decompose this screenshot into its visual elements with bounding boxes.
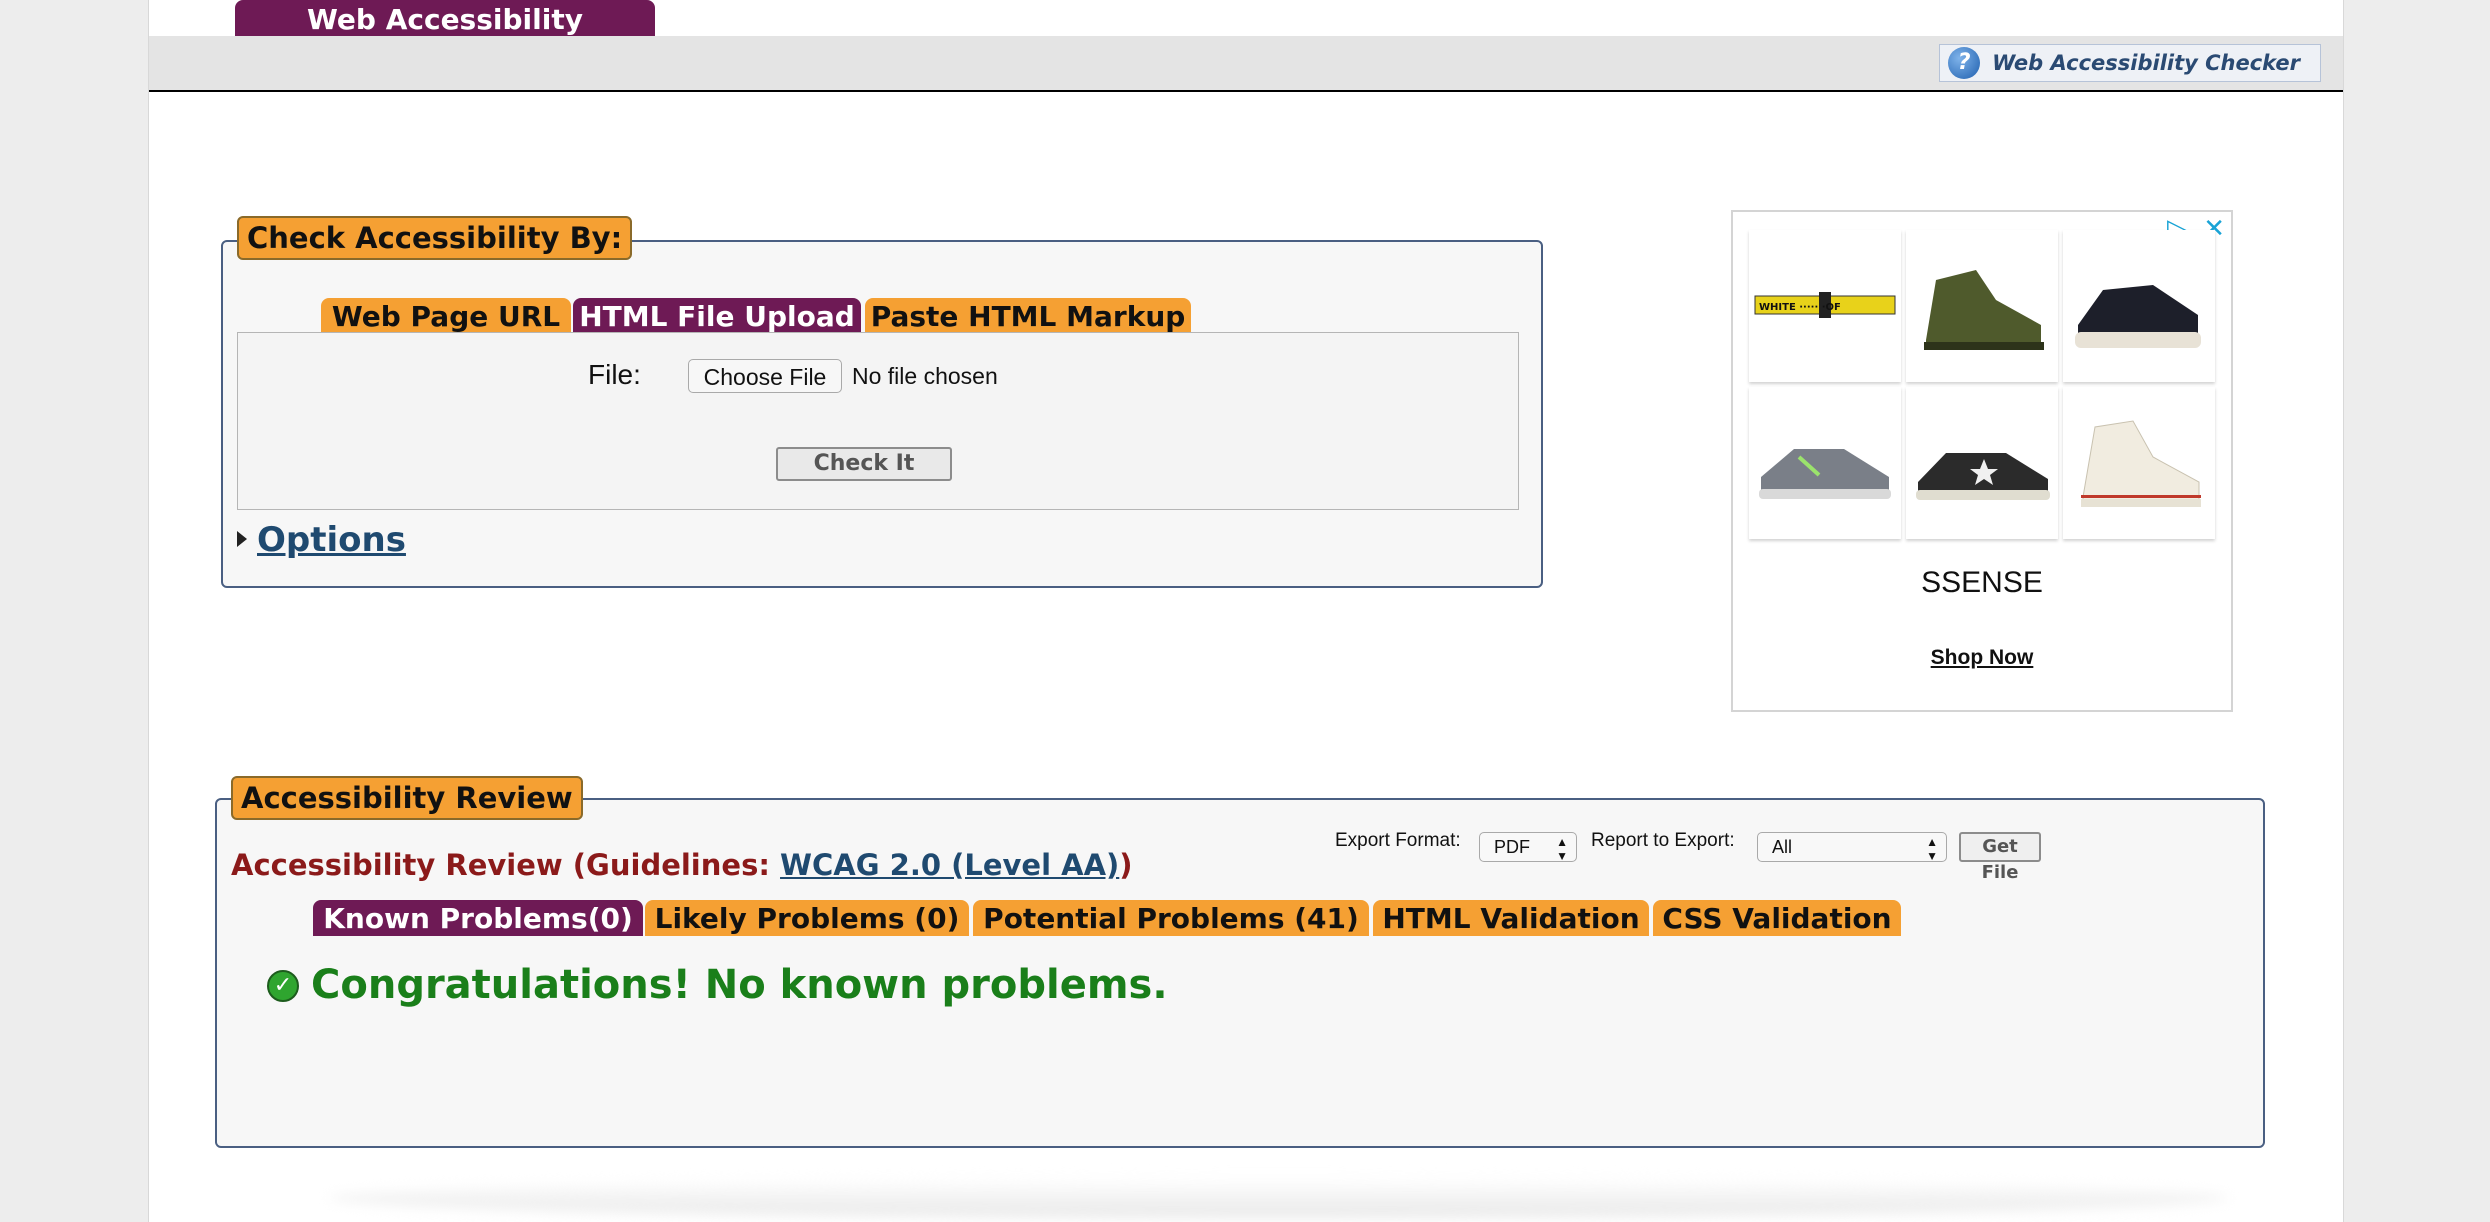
- expand-triangle-icon: [237, 530, 247, 547]
- advertisement[interactable]: ▷ ✕ WHITE ····· ·OF SSENSE Shop Now: [1731, 210, 2233, 712]
- check-it-button[interactable]: Check It: [776, 447, 952, 481]
- tab-web-page-url[interactable]: Web Page URL: [321, 298, 571, 334]
- page: Web Accessibility Checker ? Web Accessib…: [148, 0, 2344, 1222]
- report-export-label: Report to Export:: [1591, 830, 1735, 851]
- select-arrows-icon: ▲ ▼: [1926, 835, 1938, 863]
- cream-high-top-icon: [2081, 420, 2201, 507]
- check-panel-legend: Check Accessibility By:: [237, 216, 633, 260]
- product-cream-sneaker-image[interactable]: [2063, 387, 2215, 539]
- product-black-sneaker-image[interactable]: [2063, 230, 2215, 382]
- product-grey-sneaker-image[interactable]: [1749, 387, 1901, 539]
- tab-html-file-upload[interactable]: HTML File Upload: [573, 298, 861, 334]
- review-panel: Accessibility Review Accessibility Revie…: [215, 776, 2265, 1148]
- top-bar: ? Web Accessibility Checker: [149, 36, 2343, 92]
- ad-product-grid: WHITE ····· ·OF: [1749, 230, 2215, 540]
- product-belt-image[interactable]: WHITE ····· ·OF: [1749, 230, 1901, 382]
- review-heading-prefix: Accessibility Review (Guidelines:: [231, 848, 781, 882]
- select-arrows-icon: ▲ ▼: [1556, 835, 1568, 863]
- help-link[interactable]: ? Web Accessibility Checker: [1939, 44, 2321, 82]
- check-panel: Check Accessibility By: Web Page URL HTM…: [221, 216, 1543, 588]
- tab-html-validation[interactable]: HTML Validation: [1373, 900, 1649, 936]
- tab-paste-html-markup[interactable]: Paste HTML Markup: [865, 298, 1191, 334]
- report-export-value: All: [1772, 837, 1793, 857]
- review-heading: Accessibility Review (Guidelines: WCAG 2…: [231, 848, 1133, 882]
- wcag-guideline-link[interactable]: WCAG 2.0 (Level AA): [780, 848, 1119, 882]
- shop-now-link[interactable]: Shop Now: [1733, 646, 2231, 670]
- file-label: File:: [588, 359, 641, 390]
- belt-text: WHITE ····· ·OF: [1759, 302, 1841, 313]
- check-icon: ✓: [267, 970, 299, 1002]
- ad-brand: SSENSE: [1921, 566, 2043, 599]
- congrats-message: Congratulations! No known problems.: [311, 962, 1168, 1008]
- help-icon: ?: [1948, 47, 1981, 79]
- belt-icon: WHITE ····· ·OF: [1754, 292, 1896, 318]
- help-link-label: Web Accessibility Checker: [1992, 51, 2300, 75]
- star-sneaker-icon: [1916, 453, 2050, 500]
- review-panel-legend: Accessibility Review: [231, 776, 583, 820]
- tab-likely-problems[interactable]: Likely Problems (0): [645, 900, 969, 936]
- site-title-tab[interactable]: Web Accessibility Checker: [235, 0, 655, 76]
- product-green-sneaker-image[interactable]: [1906, 230, 2058, 382]
- export-format-select[interactable]: PDF ▲ ▼: [1479, 832, 1577, 863]
- green-high-top-icon: [1924, 270, 2044, 350]
- grey-running-shoe-icon: [1759, 449, 1891, 499]
- options-toggle[interactable]: Options: [237, 520, 406, 560]
- bottom-shadow: [329, 1178, 2229, 1218]
- export-format-value: PDF: [1494, 837, 1530, 857]
- black-runner-icon: [2075, 285, 2201, 348]
- export-format-label: Export Format:: [1335, 830, 1461, 851]
- review-heading-suffix: ): [1119, 848, 1133, 882]
- get-file-button[interactable]: Get File: [1959, 832, 2041, 883]
- tab-css-validation[interactable]: CSS Validation: [1653, 900, 1901, 936]
- upload-box: File: Choose File No file chosen Check I…: [237, 332, 1519, 510]
- tab-potential-problems[interactable]: Potential Problems (41): [973, 900, 1369, 936]
- product-star-sneaker-image[interactable]: [1906, 387, 2058, 539]
- choose-file-button[interactable]: Choose File: [688, 359, 842, 393]
- options-label: Options: [257, 520, 406, 560]
- tab-known-problems[interactable]: Known Problems(0): [313, 900, 643, 936]
- report-export-select[interactable]: All ▲ ▼: [1757, 832, 1947, 863]
- no-file-text: No file chosen: [852, 363, 998, 389]
